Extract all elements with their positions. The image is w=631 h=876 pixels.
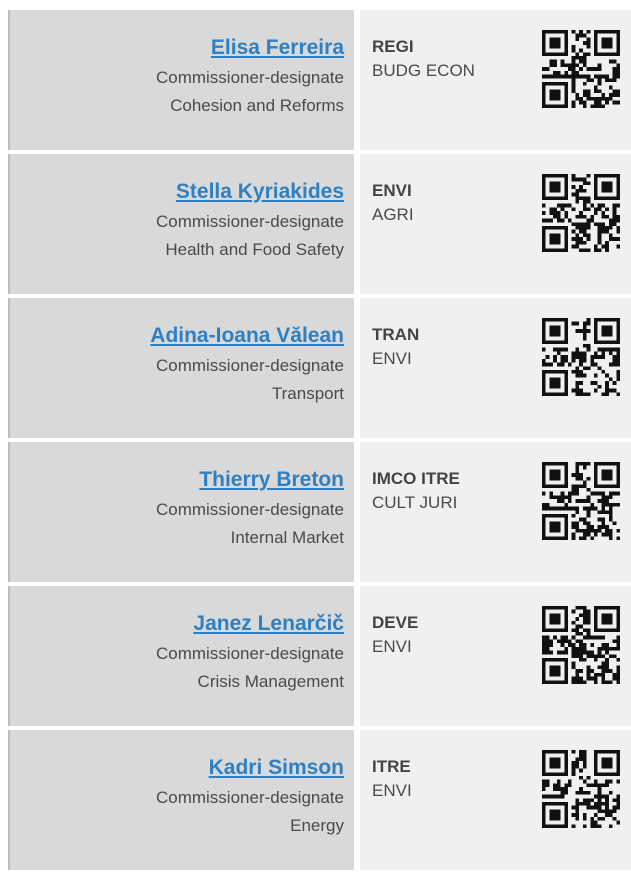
commissioner-portfolio: Cohesion and Reforms	[170, 96, 344, 115]
commissioner-list: Elisa Ferreira Commissioner-designate Co…	[8, 10, 631, 870]
commissioner-role: Commissioner-designate	[155, 500, 344, 519]
qr-code-icon[interactable]	[542, 750, 620, 828]
committees: ENVI AGRI	[372, 179, 414, 227]
commissioner-row: Stella Kyriakides Commissioner-designate…	[8, 154, 631, 294]
committees-panel: ENVI AGRI	[360, 154, 631, 294]
commissioner-role: Commissioner-designate	[155, 212, 344, 231]
qr-code-icon[interactable]	[542, 318, 620, 396]
main-committee: DEVE	[372, 613, 419, 632]
associated-committees: ENVI	[372, 637, 412, 656]
committees-panel: TRAN ENVI	[360, 298, 631, 438]
committees: DEVE ENVI	[372, 611, 418, 659]
committees: TRAN ENVI	[372, 323, 419, 371]
commissioner-name-link[interactable]: Elisa Ferreira	[10, 34, 344, 62]
commissioner-info: Kadri Simson Commissioner-designate Ener…	[8, 730, 354, 870]
qr-code-icon[interactable]	[542, 606, 620, 684]
committees-panel: ITRE ENVI	[360, 730, 631, 870]
committees: IMCO ITRE CULT JURI	[372, 467, 460, 515]
commissioner-row: Elisa Ferreira Commissioner-designate Co…	[8, 10, 631, 150]
commissioner-info: Adina-Ioana Vălean Commissioner-designat…	[8, 298, 354, 438]
committees: REGI BUDG ECON	[372, 35, 475, 83]
commissioner-name-link[interactable]: Janez Lenarčič	[10, 610, 344, 638]
commissioner-name-link[interactable]: Stella Kyriakides	[10, 178, 344, 206]
commissioner-row: Thierry Breton Commissioner-designate In…	[8, 442, 631, 582]
qr-code-icon[interactable]	[542, 30, 620, 108]
commissioner-portfolio: Energy	[290, 816, 344, 835]
commissioner-portfolio: Health and Food Safety	[165, 240, 344, 259]
commissioner-portfolio: Transport	[271, 384, 344, 403]
main-committee: IMCO ITRE	[372, 469, 460, 488]
associated-committees: BUDG ECON	[372, 61, 475, 80]
commissioner-row: Adina-Ioana Vălean Commissioner-designat…	[8, 298, 631, 438]
commissioner-row: Kadri Simson Commissioner-designate Ener…	[8, 730, 631, 870]
commissioner-role: Commissioner-designate	[155, 644, 344, 663]
main-committee: REGI	[372, 37, 414, 56]
commissioner-portfolio: Crisis Management	[197, 672, 344, 691]
committees-panel: IMCO ITRE CULT JURI	[360, 442, 631, 582]
commissioner-name-link[interactable]: Thierry Breton	[10, 466, 344, 494]
committees: ITRE ENVI	[372, 755, 412, 803]
main-committee: ENVI	[372, 181, 412, 200]
qr-code-icon[interactable]	[542, 462, 620, 540]
commissioner-row: Janez Lenarčič Commissioner-designate Cr…	[8, 586, 631, 726]
commissioner-role: Commissioner-designate	[155, 356, 344, 375]
commissioner-role: Commissioner-designate	[155, 68, 344, 87]
associated-committees: CULT JURI	[372, 493, 458, 512]
commissioner-portfolio: Internal Market	[230, 528, 344, 547]
associated-committees: AGRI	[372, 205, 414, 224]
commissioner-role: Commissioner-designate	[155, 788, 344, 807]
committees-panel: DEVE ENVI	[360, 586, 631, 726]
associated-committees: ENVI	[372, 781, 412, 800]
main-committee: TRAN	[372, 325, 420, 344]
commissioner-info: Thierry Breton Commissioner-designate In…	[8, 442, 354, 582]
qr-code-icon[interactable]	[542, 174, 620, 252]
commissioner-name-link[interactable]: Kadri Simson	[10, 754, 344, 782]
commissioner-info: Elisa Ferreira Commissioner-designate Co…	[8, 10, 354, 150]
committees-panel: REGI BUDG ECON	[360, 10, 631, 150]
commissioner-name-link[interactable]: Adina-Ioana Vălean	[10, 322, 344, 350]
commissioner-info: Janez Lenarčič Commissioner-designate Cr…	[8, 586, 354, 726]
associated-committees: ENVI	[372, 349, 412, 368]
main-committee: ITRE	[372, 757, 411, 776]
commissioner-info: Stella Kyriakides Commissioner-designate…	[8, 154, 354, 294]
